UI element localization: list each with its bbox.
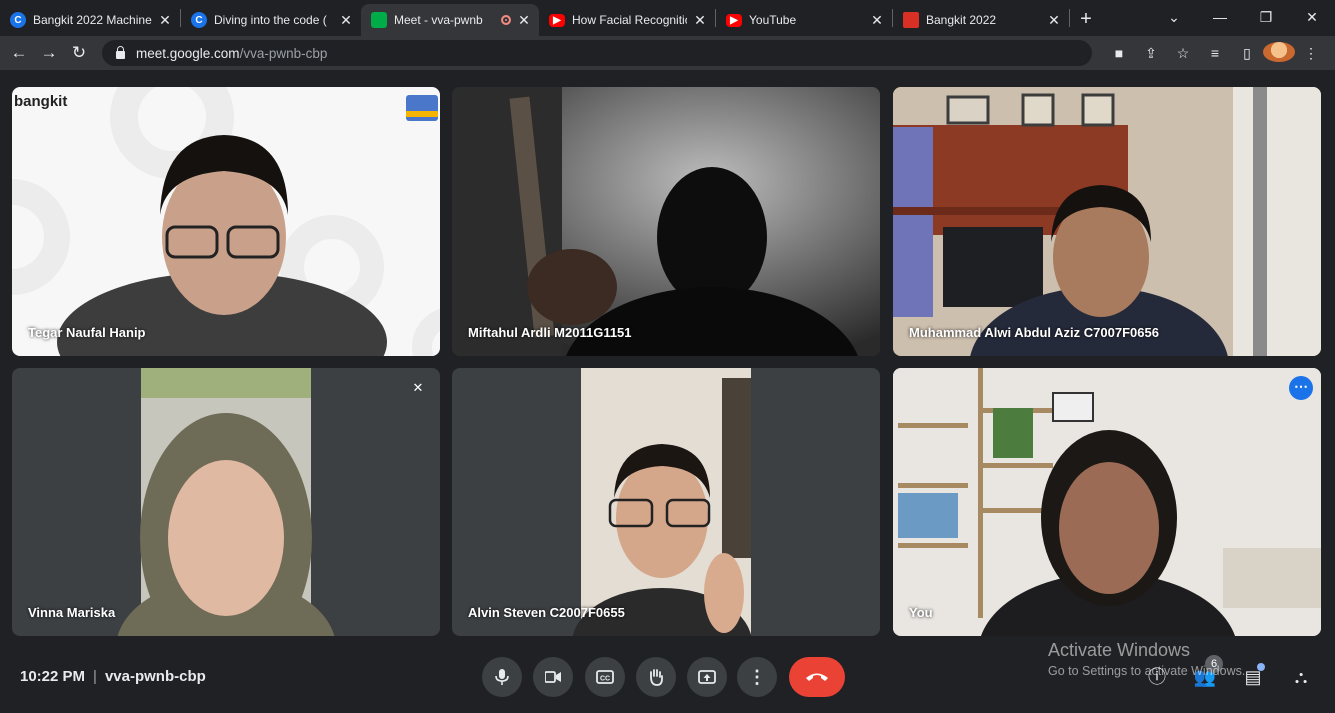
reload-button[interactable]: ↻ (64, 43, 94, 63)
windows-activation-watermark: Activate Windows Go to Settings to activ… (1048, 640, 1246, 678)
address-bar[interactable]: meet.google.com/vva-pwnb-cbp (102, 40, 1092, 66)
menu-icon[interactable]: ⋮ (1295, 45, 1327, 62)
back-button[interactable]: ← (4, 43, 34, 63)
unread-dot (1257, 663, 1265, 671)
minimize-button[interactable]: — (1197, 9, 1243, 25)
tab-search-icon[interactable]: ⌄ (1151, 9, 1197, 26)
tab-bangkit-2022[interactable]: Bangkit 2022 ✕ (893, 4, 1069, 36)
hang-up-icon (806, 673, 828, 681)
more-options-button[interactable]: ⋯ (1289, 376, 1313, 400)
participant-name: Vinna Mariska (28, 605, 116, 620)
meeting-code: vva-pwnb-cbp (104, 668, 206, 685)
meeting-details: 10:22 PM | vva-pwnb-cbp (20, 668, 206, 685)
c-icon: C (10, 12, 26, 28)
microphone-button[interactable] (482, 657, 522, 697)
participant-tile[interactable]: Miftahul Ardli M2011G1151 (452, 87, 880, 356)
close-icon[interactable]: ✕ (517, 12, 531, 29)
captions-button[interactable]: CC (585, 657, 625, 697)
tab-facial-recognition[interactable]: ▶ How Facial Recognitio ✕ (539, 4, 715, 36)
participant-tile[interactable]: Alvin Steven C2007F0655 (452, 368, 880, 636)
tab-strip: C Bangkit 2022 Machine ✕ C Diving into t… (0, 0, 1335, 36)
meet-stage: bangkit Tegar Naufal Hanip Miftahul Ardl… (0, 70, 1335, 713)
self-video (893, 368, 1321, 636)
meeting-time: 10:22 PM (20, 668, 86, 685)
close-icon[interactable]: ✕ (1047, 12, 1061, 29)
raise-hand-button[interactable] (636, 657, 676, 697)
close-icon[interactable]: ✕ (339, 12, 353, 29)
mic-off-icon: ✕ (412, 380, 424, 395)
participant-tile[interactable]: Muhammad Alwi Abdul Aziz C7007F0656 (893, 87, 1321, 356)
hand-icon (650, 669, 663, 686)
forward-button[interactable]: → (34, 43, 64, 63)
youtube-icon: ▶ (549, 13, 565, 27)
tab-youtube[interactable]: ▶ YouTube ✕ (716, 4, 892, 36)
close-icon[interactable]: ✕ (693, 12, 707, 29)
bangkit-background (12, 87, 440, 356)
participant-tile[interactable]: bangkit Tegar Naufal Hanip (12, 87, 440, 356)
self-view-tile[interactable]: ⋯ You (893, 368, 1321, 636)
reading-list-icon[interactable]: ≡ (1199, 45, 1231, 61)
c-icon: C (191, 12, 207, 28)
leave-call-button[interactable] (789, 657, 845, 697)
captions-icon: CC (596, 670, 614, 684)
close-icon[interactable]: ✕ (158, 12, 172, 29)
present-screen-button[interactable] (687, 657, 727, 697)
more-options-button[interactable]: ⋮ (737, 657, 777, 697)
side-panel-icon[interactable]: ▯ (1231, 45, 1263, 62)
profile-avatar[interactable] (1263, 41, 1295, 65)
meet-icon (371, 12, 387, 28)
activities-button[interactable]: ⛬ (1281, 661, 1321, 693)
camera-button[interactable] (533, 657, 573, 697)
lock-icon (116, 45, 125, 59)
restore-button[interactable]: ❐ (1243, 9, 1289, 26)
tab-meet[interactable]: Meet - vva-pwnb ✕ (361, 4, 539, 36)
vertical-dots-icon: ⋮ (748, 666, 766, 687)
participant-name: Muhammad Alwi Abdul Aziz C7007F0656 (909, 325, 1159, 340)
camera-icon[interactable]: ■ (1103, 45, 1135, 61)
svg-text:CC: CC (600, 676, 610, 683)
participant-name: You (909, 605, 933, 620)
present-icon (698, 670, 716, 684)
browser-toolbar: ← → ↻ meet.google.com/vva-pwnb-cbp ■ ⇪ ☆… (0, 36, 1335, 70)
home-office-video (893, 87, 1321, 356)
bookmark-star-icon[interactable]: ☆ (1167, 45, 1199, 62)
share-icon[interactable]: ⇪ (1135, 45, 1167, 62)
participant-tile[interactable]: ✕ Vinna Mariska (12, 368, 440, 636)
participant-name: Miftahul Ardli M2011G1151 (468, 325, 632, 340)
close-icon[interactable]: ✕ (870, 12, 884, 29)
video-camera-icon (545, 671, 561, 683)
bangkit-icon (903, 12, 919, 28)
tab-diving-code[interactable]: C Diving into the code ( ✕ (181, 4, 361, 36)
youtube-icon: ▶ (726, 13, 742, 27)
microphone-icon (495, 669, 509, 685)
close-window-button[interactable]: ✕ (1289, 9, 1335, 26)
window-controls: ⌄ — ❐ ✕ (1151, 0, 1335, 34)
participant-name: Alvin Steven C2007F0655 (468, 605, 625, 620)
dark-room-video (452, 87, 880, 356)
tab-bangkit-ml[interactable]: C Bangkit 2022 Machine ✕ (0, 4, 180, 36)
bangkit-logo: bangkit (14, 93, 68, 110)
alvin-video (572, 368, 752, 636)
recording-icon (501, 15, 511, 25)
new-tab-button[interactable]: + (1070, 4, 1102, 36)
vinna-video (117, 368, 335, 636)
participant-name: Tegar Naufal Hanip (28, 325, 146, 340)
shapes-icon: ⛬ (1294, 667, 1308, 687)
